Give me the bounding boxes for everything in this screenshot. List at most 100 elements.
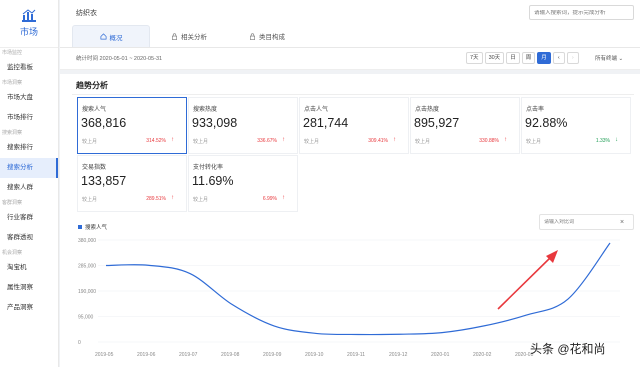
- sidebar-item[interactable]: 市场大盘: [0, 88, 58, 108]
- metric-title: 搜索热度: [193, 107, 218, 113]
- date-bar: 统计时间 2020-05-01 ~ 2020-05-31 7天 30天 日 周 …: [60, 48, 640, 70]
- compare-label: 较上月: [82, 197, 98, 203]
- arrow-up-icon: ↑: [504, 137, 507, 143]
- sidebar-item[interactable]: 搜索人群: [0, 178, 58, 198]
- period-month-button[interactable]: 月: [537, 52, 551, 64]
- search-input[interactable]: [534, 9, 629, 16]
- sidebar-item[interactable]: 市场排行: [0, 108, 58, 128]
- change-percent: 330.88%: [479, 138, 499, 144]
- sidebar-item[interactable]: 搜索分析: [0, 158, 58, 178]
- period-week-button[interactable]: 周: [521, 52, 536, 64]
- chart-logo-icon: [22, 9, 36, 22]
- market-logo[interactable]: 市场: [0, 0, 58, 48]
- metric-title: 点击人气: [304, 107, 329, 113]
- metric-title: 点击率: [526, 107, 545, 113]
- metric-card[interactable]: 搜索热度 933,098 较上月 336.67% ↑: [188, 97, 298, 154]
- chevron-down-icon: ⌄: [618, 56, 624, 62]
- compare-label: 较上月: [304, 139, 320, 145]
- change-percent: 314.52%: [146, 138, 166, 144]
- prev-period-button[interactable]: ‹: [552, 52, 565, 64]
- sidebar-item[interactable]: 监控看板: [0, 58, 58, 78]
- period-30d-button[interactable]: 30天: [484, 52, 505, 64]
- trend-panel: 趋势分析 搜索人气 368,816 较上月 314.52% ↑ 搜索热度 933,098 较上…: [60, 74, 640, 367]
- next-period-button[interactable]: ›: [566, 52, 579, 64]
- tab-label: 相关分析: [181, 34, 207, 41]
- period-7d-button[interactable]: 7天: [466, 52, 483, 64]
- sidebar-item[interactable]: 属性洞察: [0, 278, 58, 298]
- compare-label: 较上月: [415, 139, 431, 145]
- arrow-up-icon: ↑: [282, 137, 285, 143]
- y-tick-label: 190,000: [78, 289, 96, 295]
- sidebar-item[interactable]: 行业客群: [0, 208, 58, 228]
- period-day-button[interactable]: 日: [506, 52, 520, 64]
- compare-search-box[interactable]: ×: [539, 214, 634, 230]
- y-tick-label: 380,000: [78, 238, 96, 244]
- search-box[interactable]: [529, 5, 634, 20]
- metric-value: 933,098: [192, 116, 238, 130]
- metric-card[interactable]: 支付转化率 11.69% 较上月 6.99% ↑: [188, 155, 298, 212]
- metric-card[interactable]: 点击率 92.88% 较上月 1.33% ↓: [521, 97, 631, 154]
- sidebar-group-label: 市场洞察: [2, 80, 23, 86]
- metric-value: 92.88%: [525, 116, 568, 130]
- period-switcher: 7天 30天 日 周 月 ‹ ›: [466, 52, 579, 64]
- x-tick-label: 2019-05: [95, 352, 114, 358]
- metric-card[interactable]: 点击人气 281,744 较上月 309.41% ↑: [299, 97, 409, 154]
- arrow-up-icon: ↑: [282, 195, 285, 201]
- series-line[interactable]: [105, 242, 611, 336]
- header: 纺织衣 概况 相关分析 类目构成: [60, 0, 640, 48]
- metric-value: 281,744: [303, 116, 349, 130]
- tab-label: 类目构成: [259, 34, 285, 41]
- metric-value: 895,927: [414, 116, 460, 130]
- metric-card[interactable]: 搜索人气 368,816 较上月 314.52% ↑: [77, 97, 187, 154]
- metric-value: 133,857: [81, 174, 127, 188]
- sidebar-group-label: 搜索洞察: [2, 130, 23, 136]
- compare-label: 较上月: [82, 139, 98, 145]
- metric-card[interactable]: 点击热度 895,927 较上月 330.88% ↑: [410, 97, 520, 154]
- sidebar-item[interactable]: 搜索排行: [0, 138, 58, 158]
- change-percent: 336.67%: [257, 138, 277, 144]
- y-tick-label: 95,000: [78, 315, 94, 321]
- x-tick-label: 2019-06: [137, 352, 156, 358]
- sidebar-group-label: 市场监控: [2, 50, 23, 56]
- change-percent: 309.41%: [368, 138, 388, 144]
- lock-icon: [172, 32, 177, 40]
- x-tick-label: 2020-02: [473, 352, 492, 358]
- home-icon: [100, 33, 106, 40]
- logo-label: 市场: [19, 27, 38, 37]
- sidebar-list: 市场监控 监控看板 市场洞察 市场大盘 市场排行 搜索洞察 搜索排行 搜索分析 搜索人群 客群洞察…: [0, 48, 58, 318]
- terminal-label: 所有终端: [595, 56, 618, 62]
- sidebar-item[interactable]: 产品洞察: [0, 298, 58, 318]
- tab-related-analysis[interactable]: 相关分析: [150, 25, 228, 47]
- terminal-select[interactable]: 所有终端 ⌄: [595, 54, 623, 62]
- stat-time: 统计时间 2020-05-01 ~ 2020-05-31: [76, 56, 163, 62]
- metric-value: 11.69%: [192, 174, 234, 188]
- sidebar: 市场 市场监控监控看板市场洞察市场大盘 市场排行搜索洞察搜索排行 搜索分析 搜索人群客…: [0, 0, 59, 367]
- chevron-left-icon: ‹: [557, 55, 560, 61]
- divider: [72, 94, 634, 95]
- x-tick-label: 2019-12: [389, 352, 408, 358]
- sidebar-item[interactable]: 淘宝机: [0, 258, 58, 278]
- sidebar-group-label: 机会洞察: [2, 250, 23, 256]
- tab-category-composition[interactable]: 类目构成: [228, 25, 306, 47]
- arrow-down-icon: ↓: [615, 137, 618, 143]
- x-tick-label: 2019-10: [305, 352, 324, 358]
- metric-value: 368,816: [81, 116, 127, 130]
- sidebar-item[interactable]: 客群透视: [0, 228, 58, 248]
- compare-search-input[interactable]: [544, 219, 620, 225]
- tab-label: 概况: [109, 34, 123, 42]
- arrow-up-icon: ↑: [171, 137, 174, 143]
- x-tick-label: 2019-11: [347, 352, 365, 358]
- metric-title: 支付转化率: [193, 165, 224, 171]
- x-tick-label: 2020-01: [431, 352, 450, 358]
- x-tick-label: 2019-07: [179, 352, 198, 358]
- metric-title: 点击热度: [415, 107, 440, 113]
- metric-title: 搜索人气: [82, 107, 107, 113]
- tab-overview[interactable]: 概况: [72, 25, 150, 47]
- metric-card[interactable]: 交易指数 133,857 较上月 289.51% ↑: [77, 155, 187, 212]
- compare-label: 较上月: [193, 197, 209, 203]
- chevron-right-icon: ›: [571, 55, 574, 61]
- tab-bar: 概况 相关分析 类目构成: [72, 25, 306, 47]
- compare-label: 较上月: [526, 139, 542, 145]
- metric-title: 交易指数: [82, 165, 107, 171]
- close-icon[interactable]: ×: [620, 219, 624, 226]
